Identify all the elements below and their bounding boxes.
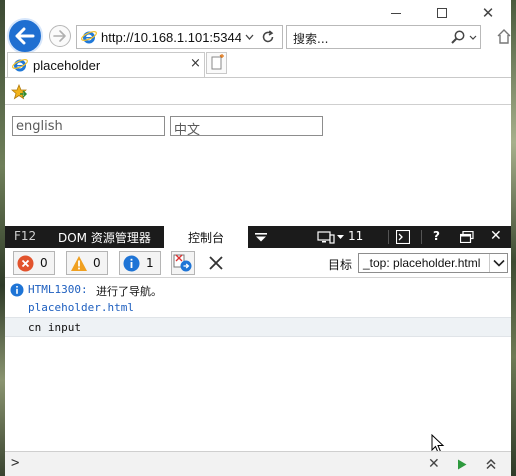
minimize-icon bbox=[391, 12, 401, 14]
tab-title: placeholder bbox=[33, 58, 101, 73]
tab-console[interactable]: 控制台 bbox=[164, 226, 248, 248]
info-icon bbox=[123, 255, 140, 272]
clear-console-icon[interactable] bbox=[208, 255, 224, 271]
error-count: 0 bbox=[40, 256, 48, 270]
tab-row: placeholder × bbox=[5, 52, 511, 78]
maximize-button[interactable] bbox=[419, 0, 465, 26]
chevron-down-icon[interactable] bbox=[245, 34, 254, 40]
address-bar[interactable]: http://10.168.1.101:5344 bbox=[76, 25, 283, 49]
search-box[interactable]: 搜索... bbox=[286, 25, 481, 49]
ie-logo-icon bbox=[81, 31, 97, 44]
tab-dom-explorer[interactable]: DOM 资源管理器 bbox=[58, 229, 151, 246]
more-tools-icon[interactable] bbox=[255, 233, 267, 242]
target-select-arrow[interactable] bbox=[489, 254, 507, 272]
devtools-separator bbox=[421, 230, 422, 244]
back-arrow-icon bbox=[15, 27, 35, 45]
minimize-button[interactable] bbox=[373, 0, 419, 26]
message-text: 进行了导航。 bbox=[96, 285, 162, 298]
browser-window: ✕ http://10.168.1.101:5344 搜索... placeho… bbox=[5, 0, 511, 476]
address-url-text[interactable]: http://10.168.1.101:5344 bbox=[101, 30, 241, 46]
expand-icon[interactable] bbox=[485, 458, 497, 470]
run-icon[interactable] bbox=[457, 459, 467, 470]
new-tab-button[interactable] bbox=[206, 52, 227, 74]
tab-close-icon[interactable]: × bbox=[190, 56, 201, 71]
info-icon bbox=[10, 283, 24, 297]
page-content: english 中文 bbox=[5, 106, 511, 224]
chevron-down-icon[interactable] bbox=[337, 235, 344, 239]
chevron-down-icon[interactable] bbox=[469, 35, 477, 40]
devtools-close-icon[interactable]: ✕ bbox=[490, 228, 502, 244]
english-input[interactable]: english bbox=[12, 116, 165, 136]
chinese-input[interactable]: 中文 bbox=[170, 116, 323, 136]
clear-on-navigate-icon bbox=[173, 254, 192, 272]
add-favorites-icon[interactable] bbox=[11, 84, 27, 100]
warnings-filter-button[interactable]: 0 bbox=[66, 251, 108, 275]
prompt-chevron-icon: > bbox=[11, 455, 20, 471]
target-select-value: _top: placeholder.html bbox=[363, 256, 481, 270]
undock-icon[interactable] bbox=[460, 231, 474, 243]
info-count: 1 bbox=[146, 256, 154, 270]
source-link[interactable]: placeholder.html bbox=[28, 301, 134, 314]
warning-count: 0 bbox=[93, 256, 101, 270]
console-output-text: cn input bbox=[28, 321, 81, 334]
window-close-button[interactable]: ✕ bbox=[465, 0, 511, 26]
help-icon[interactable]: ? bbox=[433, 229, 440, 243]
back-button[interactable] bbox=[7, 18, 43, 54]
console-output: HTML1300: 进行了导航。 placeholder.html cn inp… bbox=[5, 279, 511, 454]
console-command-line[interactable]: > ✕ bbox=[5, 451, 511, 476]
tab-placeholder[interactable]: placeholder × bbox=[7, 52, 205, 78]
chevron-down-icon bbox=[493, 259, 505, 267]
title-bar: ✕ bbox=[5, 0, 511, 26]
console-message: HTML1300: 进行了导航。 bbox=[5, 281, 511, 300]
refresh-icon[interactable] bbox=[260, 29, 276, 45]
forward-arrow-icon bbox=[53, 30, 66, 42]
new-tab-icon bbox=[211, 54, 224, 70]
console-source-line: placeholder.html bbox=[5, 299, 511, 318]
devtools-separator bbox=[388, 230, 389, 244]
messages-filter-button[interactable]: 1 bbox=[119, 251, 161, 275]
console-output-line: cn input bbox=[5, 317, 511, 337]
error-icon bbox=[17, 255, 34, 272]
clear-on-navigate-button[interactable] bbox=[171, 251, 195, 275]
clear-input-icon[interactable]: ✕ bbox=[428, 456, 440, 472]
target-select[interactable]: _top: placeholder.html bbox=[358, 253, 508, 273]
home-icon[interactable] bbox=[496, 27, 512, 45]
warning-icon bbox=[71, 256, 87, 271]
errors-filter-button[interactable]: 0 bbox=[13, 251, 55, 275]
search-icon[interactable] bbox=[450, 29, 466, 45]
search-placeholder: 搜索... bbox=[293, 32, 329, 46]
target-label: 目标 bbox=[328, 258, 353, 272]
forward-button[interactable] bbox=[49, 25, 71, 47]
maximize-icon bbox=[437, 8, 447, 18]
close-icon: ✕ bbox=[481, 3, 495, 22]
emulation-icon[interactable] bbox=[317, 231, 335, 244]
message-code: HTML1300: bbox=[28, 283, 88, 296]
desktop-background-right bbox=[511, 0, 516, 476]
ie-page-icon bbox=[12, 59, 28, 72]
devtools-f12-label: F12 bbox=[14, 229, 37, 243]
favorites-bar bbox=[5, 78, 511, 105]
devtools-tab-bar: F12 DOM 资源管理器 控制台 11 ? ✕ bbox=[5, 226, 511, 248]
console-toolbar: 0 0 1 目标 _top: placeholder.html bbox=[5, 248, 511, 278]
document-mode-value[interactable]: 11 bbox=[348, 229, 363, 243]
tab-console-label: 控制台 bbox=[188, 231, 225, 245]
console-toggle-icon[interactable] bbox=[396, 230, 410, 244]
